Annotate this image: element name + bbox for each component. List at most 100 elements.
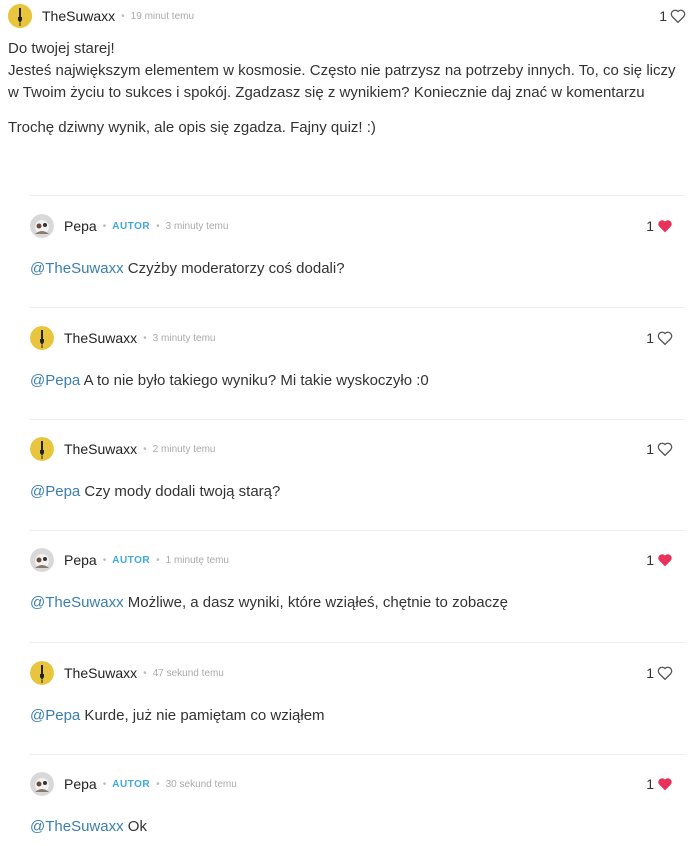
separator-dot: •	[121, 10, 125, 22]
reply-body: @TheSuwaxx Możliwe, a dasz wyniki, które…	[30, 592, 685, 614]
username[interactable]: TheSuwaxx	[64, 665, 137, 681]
like-button[interactable]: 1	[646, 544, 673, 576]
zipper-icon	[30, 437, 54, 461]
heart-outline-icon	[657, 442, 673, 456]
comment-paragraph: Jesteś największym elementem w kosmosie.…	[8, 62, 676, 101]
reply-header: TheSuwaxx • 47 sekund temu 1	[30, 657, 685, 689]
reply-body: @TheSuwaxx Ok	[30, 816, 685, 838]
mention-link[interactable]: @Pepa	[30, 707, 80, 724]
separator-dot: •	[143, 443, 147, 455]
reply-text: Czy mody dodali twoją starą?	[80, 483, 281, 500]
pet-photo-icon	[30, 548, 54, 572]
separator-dot: •	[102, 554, 107, 566]
reply-body: @Pepa Czy mody dodali twoją starą?	[30, 481, 685, 503]
reply-header: Pepa • AUTOR • 30 sekund temu 1	[30, 768, 685, 800]
username[interactable]: TheSuwaxx	[64, 330, 137, 346]
like-count: 1	[646, 441, 654, 457]
mention-link[interactable]: @Pepa	[30, 372, 80, 389]
avatar[interactable]	[8, 4, 32, 28]
mention-link[interactable]: @TheSuwaxx	[30, 818, 124, 835]
timestamp: 1 minutę temu	[165, 554, 229, 566]
author-badge: AUTOR	[112, 778, 151, 790]
author-badge: AUTOR	[112, 554, 151, 566]
reply-header: Pepa • AUTOR • 3 minuty temu 1	[30, 210, 685, 242]
separator-dot: •	[156, 554, 160, 566]
reply-comment: Pepa • AUTOR • 30 sekund temu 1 @TheSuwaxx Ok	[30, 768, 685, 838]
heart-outline-icon	[657, 666, 673, 680]
avatar[interactable]	[30, 326, 54, 350]
heart-filled-icon	[658, 554, 672, 567]
timestamp: 3 minuty temu	[165, 220, 229, 232]
zipper-icon	[30, 326, 54, 350]
timestamp: 2 minuty temu	[152, 443, 216, 455]
separator-dot: •	[102, 778, 107, 790]
reply-comment: Pepa • AUTOR • 3 minuty temu 1 @TheSuwaxx Czyż…	[30, 210, 685, 280]
like-count: 1	[646, 665, 654, 681]
comment-body: Do twojej starej! Jesteś największym ele…	[8, 38, 686, 139]
comment: TheSuwaxx • 19 minut temu 1 Do twojej st…	[8, 0, 698, 139]
reply-comment: Pepa • AUTOR • 1 minutę temu 1 @TheSuwaxx Możl…	[30, 544, 685, 614]
like-count: 1	[646, 218, 654, 234]
reply-header: TheSuwaxx • 3 minuty temu 1	[30, 322, 685, 354]
like-button[interactable]: 1	[646, 433, 673, 465]
heart-filled-icon	[658, 220, 672, 233]
comment-paragraph: Do twojej starej!	[8, 40, 115, 57]
reply-body: @Pepa Kurde, już nie pamiętam co wziąłem	[30, 705, 685, 727]
reply-comment: TheSuwaxx • 2 minuty temu 1 @Pepa Czy mody d…	[30, 433, 685, 503]
avatar[interactable]	[30, 548, 54, 572]
pet-photo-icon	[30, 214, 54, 238]
like-button[interactable]: 1	[659, 0, 686, 32]
like-button[interactable]: 1	[646, 768, 673, 800]
heart-outline-icon	[657, 331, 673, 345]
like-count: 1	[646, 330, 654, 346]
timestamp: 19 minut temu	[130, 10, 195, 22]
reply-text: Możliwe, a dasz wyniki, które wziąłeś, c…	[123, 594, 508, 611]
heart-outline-icon	[670, 9, 686, 23]
pet-photo-icon	[30, 772, 54, 796]
like-count: 1	[659, 8, 667, 24]
author-badge: AUTOR	[112, 220, 151, 232]
separator-dot: •	[156, 778, 160, 790]
mention-link[interactable]: @TheSuwaxx	[30, 594, 124, 611]
avatar[interactable]	[30, 437, 54, 461]
separator-dot: •	[102, 220, 107, 232]
mention-link[interactable]: @TheSuwaxx	[30, 260, 124, 277]
like-count: 1	[646, 776, 654, 792]
username[interactable]: Pepa	[64, 552, 97, 568]
comment-header: TheSuwaxx • 19 minut temu 1	[8, 0, 698, 32]
reply-comment: TheSuwaxx • 47 sekund temu 1 @Pepa Kurde, ju…	[30, 657, 685, 727]
username[interactable]: TheSuwaxx	[42, 8, 115, 24]
separator-dot: •	[143, 332, 147, 344]
reply-header: TheSuwaxx • 2 minuty temu 1	[30, 433, 685, 465]
divider	[30, 530, 685, 531]
avatar[interactable]	[30, 661, 54, 685]
zipper-icon	[30, 661, 54, 685]
username[interactable]: TheSuwaxx	[64, 441, 137, 457]
avatar[interactable]	[30, 214, 54, 238]
divider	[30, 754, 685, 755]
avatar[interactable]	[30, 772, 54, 796]
username[interactable]: Pepa	[64, 776, 97, 792]
reply-text: Czyżby moderatorzy coś dodali?	[123, 260, 345, 277]
heart-filled-icon	[658, 778, 672, 791]
timestamp: 30 sekund temu	[165, 778, 237, 790]
reply-text: Kurde, już nie pamiętam co wziąłem	[80, 707, 325, 724]
mention-link[interactable]: @Pepa	[30, 483, 80, 500]
like-button[interactable]: 1	[646, 657, 673, 689]
like-button[interactable]: 1	[646, 210, 673, 242]
zipper-icon	[8, 4, 32, 28]
divider	[30, 419, 685, 420]
reply-text: A to nie było takiego wyniku? Mi takie w…	[80, 372, 429, 389]
separator-dot: •	[156, 220, 160, 232]
separator-dot: •	[143, 667, 147, 679]
reply-comment: TheSuwaxx • 3 minuty temu 1 @Pepa A to nie b…	[30, 322, 685, 392]
divider	[30, 195, 685, 196]
like-button[interactable]: 1	[646, 322, 673, 354]
divider	[30, 642, 685, 643]
reply-body: @TheSuwaxx Czyżby moderatorzy coś dodali…	[30, 258, 685, 280]
like-count: 1	[646, 552, 654, 568]
reply-text: Ok	[123, 818, 147, 835]
timestamp: 3 minuty temu	[152, 332, 216, 344]
username[interactable]: Pepa	[64, 218, 97, 234]
divider	[30, 307, 685, 308]
